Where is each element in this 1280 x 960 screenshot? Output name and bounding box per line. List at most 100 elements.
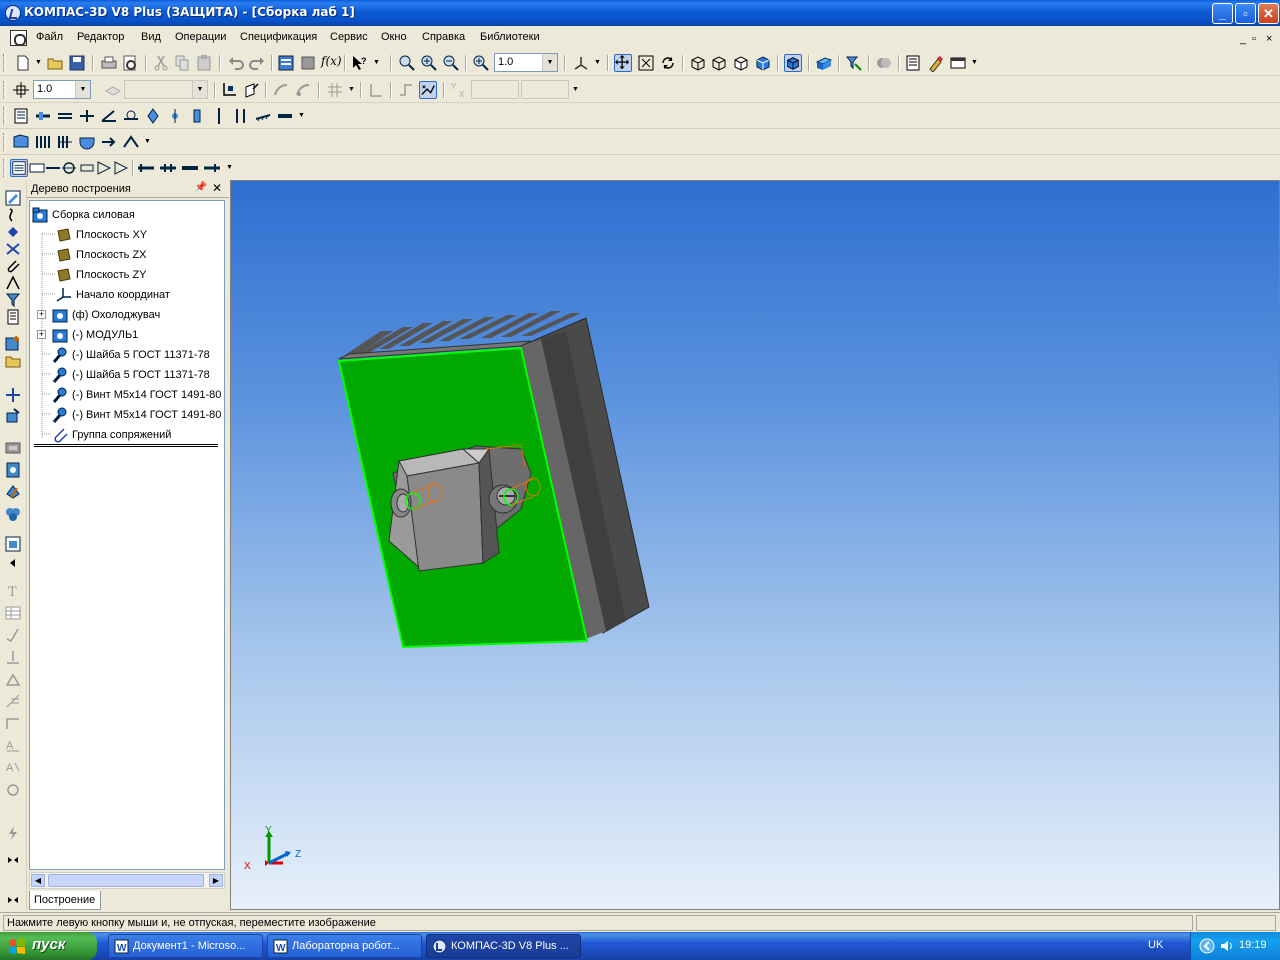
measure-icon[interactable]: [904, 54, 922, 72]
new-dropdown-arrow[interactable]: ▼: [35, 59, 42, 66]
volume-icon[interactable]: [1219, 938, 1235, 954]
perspective-icon[interactable]: [815, 54, 833, 72]
halftone-icon[interactable]: [754, 54, 772, 72]
coordinates-icon[interactable]: YX: [450, 81, 468, 99]
triangle-icon[interactable]: [95, 159, 113, 177]
pan-icon[interactable]: [614, 54, 632, 72]
tab-build[interactable]: Построение: [29, 891, 101, 910]
document-system-menu-icon[interactable]: [10, 30, 27, 46]
menu-window[interactable]: Окно: [379, 31, 409, 43]
coincident-icon[interactable]: [34, 107, 52, 125]
language-indicator[interactable]: UK: [1148, 939, 1163, 951]
edit-component-icon[interactable]: [875, 54, 893, 72]
toolbar-grip[interactable]: [3, 81, 6, 99]
panel-icon[interactable]: [949, 54, 967, 72]
step-cursor-icon[interactable]: [12, 81, 30, 99]
close-button[interactable]: ✕: [1258, 3, 1279, 24]
print-preview-icon[interactable]: [121, 54, 139, 72]
sketch-icon[interactable]: [243, 81, 261, 99]
help-dropdown-arrow[interactable]: ▼: [373, 59, 380, 66]
menu-view[interactable]: Вид: [139, 31, 163, 43]
zoom-value-combobox[interactable]: 1.0 ▼: [494, 53, 558, 72]
move-icon[interactable]: [5, 387, 21, 403]
snap-icon[interactable]: [272, 81, 290, 99]
clock[interactable]: 19:19: [1239, 939, 1267, 951]
zoom-combo-arrow[interactable]: ▼: [542, 54, 557, 71]
mirror-icon[interactable]: [78, 133, 96, 151]
detail-icon[interactable]: [5, 440, 21, 456]
body-icon[interactable]: [5, 462, 21, 478]
position-icon[interactable]: A: [5, 737, 21, 753]
parallel-icon[interactable]: [56, 107, 74, 125]
help-pointer-icon[interactable]: ?: [350, 54, 368, 72]
panel-dropdown-arrow[interactable]: ▼: [971, 59, 978, 66]
zoom-out-icon[interactable]: [442, 54, 460, 72]
layer-combobox[interactable]: ▼: [124, 80, 208, 99]
undo-icon[interactable]: [227, 54, 245, 72]
manager-icon[interactable]: [277, 54, 295, 72]
print-icon[interactable]: [100, 54, 118, 72]
step-combo-arrow[interactable]: ▼: [75, 81, 90, 98]
copy-icon[interactable]: [173, 54, 191, 72]
tree-panel-header[interactable]: Дерево построения 📌 ✕: [27, 180, 229, 198]
open-folder-icon[interactable]: [46, 54, 64, 72]
angle-icon[interactable]: [100, 107, 118, 125]
mdi-restore-button[interactable]: ▫: [1252, 33, 1256, 45]
mdi-close-button[interactable]: ×: [1266, 33, 1272, 45]
create-component-icon[interactable]: [34, 133, 52, 151]
coord-y-field[interactable]: [521, 80, 569, 99]
scroll-right-button[interactable]: ▶: [209, 874, 223, 887]
move-component-icon[interactable]: [100, 133, 118, 151]
scroll-thumb[interactable]: [48, 874, 204, 887]
taskbar-button-lab-work[interactable]: W Лабораторна робот...: [267, 934, 422, 958]
start-button[interactable]: пуск: [0, 932, 97, 960]
coords-dropdown-arrow[interactable]: ▼: [572, 86, 579, 93]
add-from-file-icon[interactable]: [12, 133, 30, 151]
cut-icon[interactable]: [152, 54, 170, 72]
zoom-window-icon[interactable]: [398, 54, 416, 72]
pencil-part-icon[interactable]: [5, 484, 21, 500]
screw-icon[interactable]: [137, 159, 155, 177]
circle-icon[interactable]: [60, 159, 78, 177]
zoom-scale-icon[interactable]: [472, 54, 490, 72]
roughness-icon[interactable]: [5, 627, 21, 643]
tree-expand-toggle[interactable]: +: [37, 330, 46, 339]
edit-mode-icon[interactable]: [5, 190, 21, 206]
surface-icon[interactable]: [5, 224, 21, 240]
menu-edit[interactable]: Редактор: [75, 31, 126, 43]
redo-icon[interactable]: [248, 54, 266, 72]
menu-operations[interactable]: Операции: [173, 31, 228, 43]
menu-file[interactable]: Файл: [34, 31, 65, 43]
tray-arrow-icon[interactable]: [1199, 938, 1215, 954]
filter-funnel-icon[interactable]: [5, 292, 21, 308]
tree-expand-toggle[interactable]: +: [37, 310, 46, 319]
array-component-icon[interactable]: [56, 133, 74, 151]
ortho-icon[interactable]: [367, 81, 385, 99]
snap-active-icon[interactable]: [419, 81, 437, 99]
minimize-button[interactable]: _: [1212, 3, 1233, 24]
add-component-icon[interactable]: [5, 335, 21, 351]
text-icon[interactable]: T: [5, 583, 21, 599]
show-all-icon[interactable]: [637, 54, 655, 72]
designation-icon[interactable]: A: [5, 759, 21, 775]
taskbar-button-document1[interactable]: W Документ1 - Microso...: [108, 934, 263, 958]
tolerance-icon[interactable]: [5, 693, 21, 709]
toolbar-grip[interactable]: [3, 159, 6, 177]
new-document-icon[interactable]: [14, 54, 32, 72]
table-icon[interactable]: [5, 605, 21, 621]
expand-panel-icon[interactable]: [5, 852, 21, 868]
tree-horizontal-scrollbar[interactable]: ◀ ▶: [29, 872, 225, 889]
stud-icon[interactable]: [203, 159, 221, 177]
assembly-3d-model[interactable]: X Y Z: [231, 181, 1280, 911]
seal-icon[interactable]: [5, 781, 21, 797]
rotate-component-icon[interactable]: [122, 133, 140, 151]
maximize-button[interactable]: ▫: [1235, 3, 1256, 24]
snap-global-icon[interactable]: [294, 81, 312, 99]
mdi-minimize-button[interactable]: _: [1240, 33, 1246, 45]
wireframe-icon[interactable]: [689, 54, 707, 72]
mates-dropdown-arrow[interactable]: ▼: [298, 112, 305, 119]
lightning-icon[interactable]: [5, 825, 21, 841]
menu-libraries[interactable]: Библиотеки: [478, 31, 542, 43]
zoom-in-icon[interactable]: [420, 54, 438, 72]
pin-part-icon[interactable]: [181, 159, 199, 177]
